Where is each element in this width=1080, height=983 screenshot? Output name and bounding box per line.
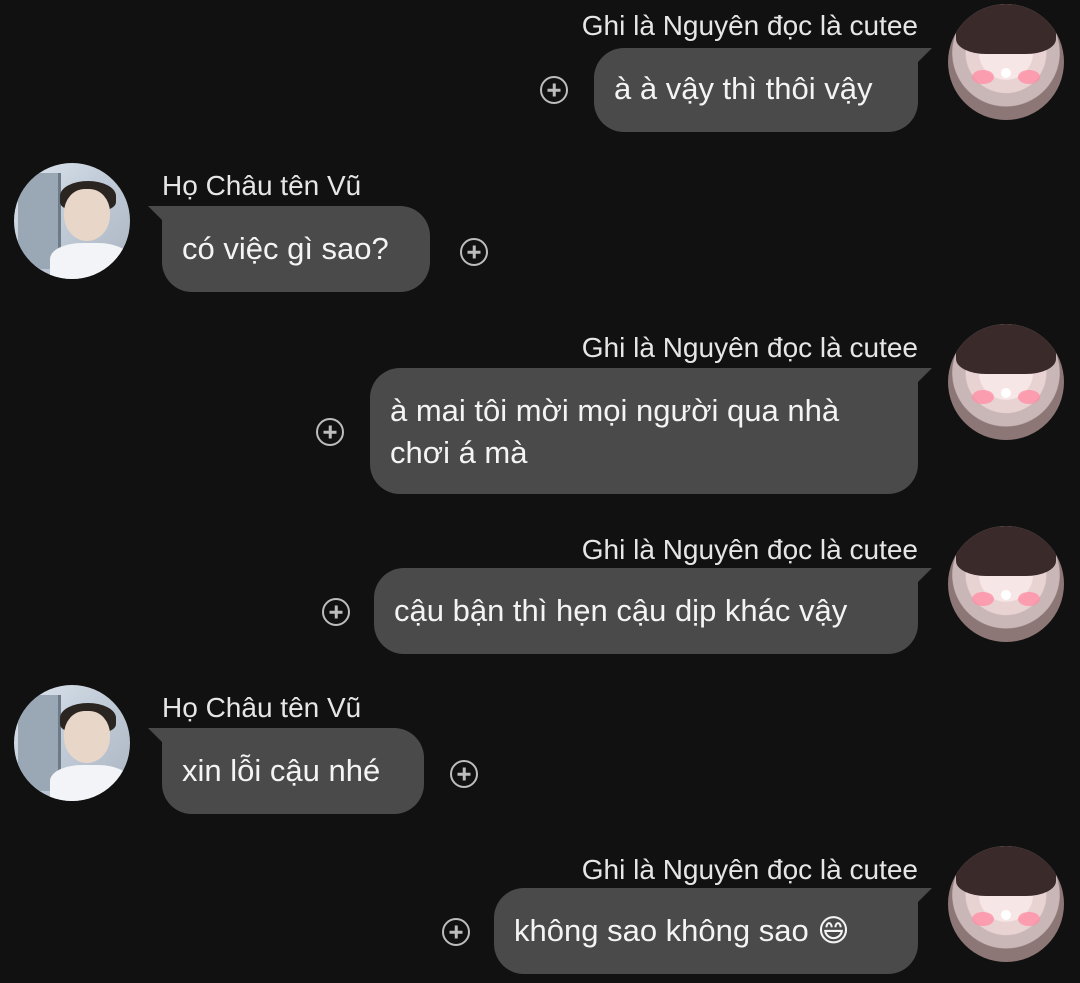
sender-name: Ghi là Nguyên đọc là cutee: [581, 854, 918, 885]
add-reaction-icon[interactable]: [322, 598, 350, 626]
message-bubble[interactable]: à mai tôi mời mọi người qua nhà chơi á m…: [370, 368, 932, 494]
add-reaction-icon[interactable]: [460, 238, 488, 266]
sender-name: Ghi là Nguyên đọc là cutee: [581, 332, 918, 363]
message-bubble[interactable]: cậu bận thì hẹn cậu dịp khác vậy: [374, 568, 932, 654]
add-reaction-icon[interactable]: [540, 76, 568, 104]
avatar[interactable]: [948, 4, 1064, 120]
message-row: Họ Châu tên Vũ xin lỗi cậu nhé: [0, 682, 1080, 822]
add-reaction-icon[interactable]: [442, 918, 470, 946]
message-row: Ghi là Nguyên đọc là cutee à à vậy thì t…: [0, 0, 1080, 140]
avatar[interactable]: [14, 685, 130, 801]
message-row: Họ Châu tên Vũ có việc gì sao?: [0, 160, 1080, 300]
sender-name: Ghi là Nguyên đọc là cutee: [581, 10, 918, 41]
avatar[interactable]: [948, 526, 1064, 642]
message-text: cậu bận thì hẹn cậu dịp khác vậy: [394, 593, 848, 628]
add-reaction-icon[interactable]: [450, 760, 478, 788]
avatar[interactable]: [948, 324, 1064, 440]
sender-name: Họ Châu tên Vũ: [162, 692, 362, 723]
message-bubble[interactable]: có việc gì sao?: [148, 206, 430, 292]
message-row: Ghi là Nguyên đọc là cutee à mai tôi mời…: [0, 322, 1080, 502]
message-row: Ghi là Nguyên đọc là cutee không sao khô…: [0, 842, 1080, 982]
message-text: không sao không sao 😄: [514, 913, 850, 948]
message-text: xin lỗi cậu nhé: [182, 753, 381, 788]
add-reaction-icon[interactable]: [316, 418, 344, 446]
message-bubble[interactable]: à à vậy thì thôi vậy: [594, 48, 932, 132]
message-text-line: chơi á mà: [390, 435, 528, 470]
sender-name: Họ Châu tên Vũ: [162, 170, 362, 201]
message-text: có việc gì sao?: [182, 231, 389, 266]
message-text: à à vậy thì thôi vậy: [614, 71, 873, 106]
avatar[interactable]: [948, 846, 1064, 962]
sender-name: Ghi là Nguyên đọc là cutee: [581, 534, 918, 565]
avatar[interactable]: [14, 163, 130, 279]
message-row: Ghi là Nguyên đọc là cutee cậu bận thì h…: [0, 522, 1080, 662]
message-bubble[interactable]: không sao không sao 😄: [494, 888, 932, 974]
message-text-line: à mai tôi mời mọi người qua nhà: [390, 393, 840, 428]
message-bubble[interactable]: xin lỗi cậu nhé: [148, 728, 424, 814]
